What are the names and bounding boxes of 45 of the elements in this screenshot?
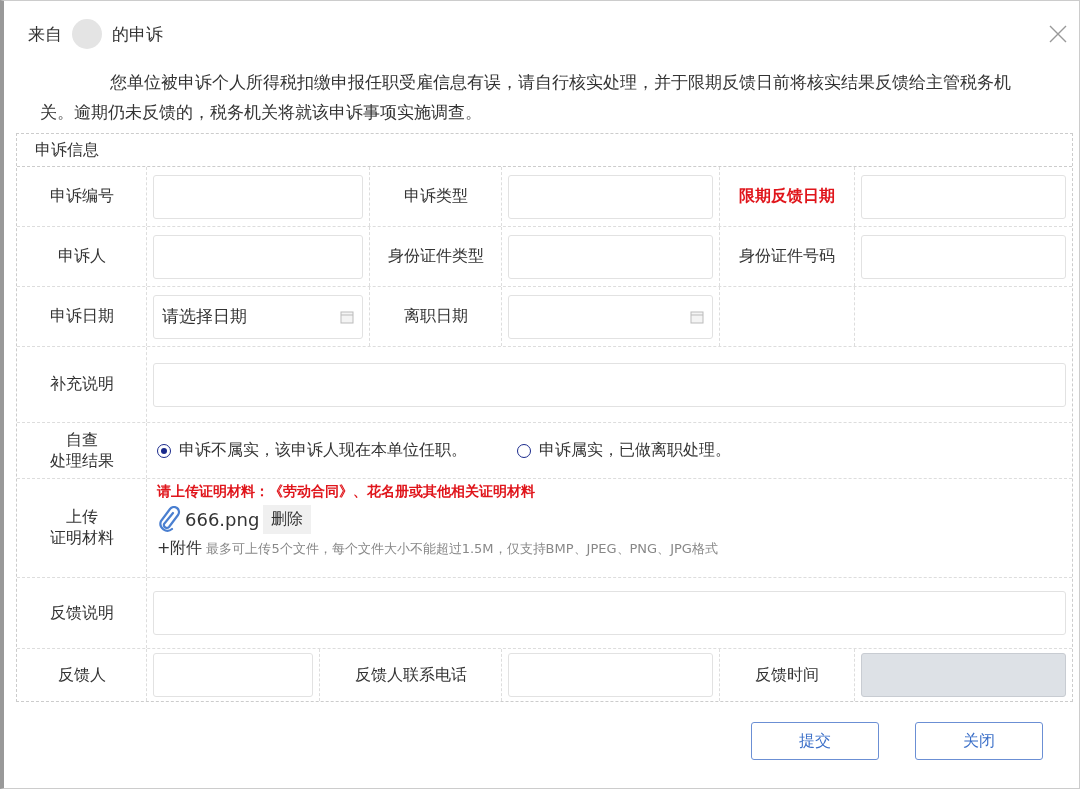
notice-text: 您单位被申诉个人所得税扣缴申报任职受雇信息有误，请自行核实处理，并于限期反馈日前将核实结果反馈给主管税务机关。逾期仍未反馈的，税务机关将就该申诉事项实施调查。: [39, 71, 1012, 124]
radio-option[interactable]: 申诉属实，已做离职处理。: [517, 440, 731, 461]
dialog-button[interactable]: 关闭: [915, 722, 1043, 760]
input-field[interactable]: [861, 234, 1066, 279]
field-label: 身份证件号码: [739, 246, 835, 267]
field-label: 反馈人: [57, 664, 106, 686]
field-label: 自查 处理结果: [49, 429, 114, 472]
date-field[interactable]: 请选择日期: [153, 294, 363, 339]
delete-button[interactable]: 删除: [263, 505, 312, 534]
field-label: 申诉日期: [49, 306, 114, 327]
add-attachment-button[interactable]: +附件: [157, 538, 203, 559]
input-field[interactable]: [153, 653, 313, 697]
field-label: 上传 证明材料: [49, 507, 114, 549]
field-label: 离职日期: [403, 306, 468, 327]
radio-option[interactable]: 申诉不属实，该申诉人现在本单位任职。: [157, 440, 467, 461]
field-label: 反馈说明: [49, 602, 114, 624]
input-field[interactable]: [153, 362, 1066, 407]
field-label: 申诉类型: [403, 186, 468, 207]
input-field[interactable]: [861, 174, 1066, 219]
field-label: 补充说明: [49, 374, 114, 395]
input-field[interactable]: [508, 653, 713, 697]
date-field[interactable]: [508, 294, 713, 339]
dialog-title: 来自: [28, 22, 62, 46]
paperclip-icon: [157, 505, 181, 534]
field-label: 身份证件类型: [387, 246, 484, 267]
calendar-icon[interactable]: [340, 309, 354, 324]
dialog-title: 的申诉: [112, 22, 163, 46]
field-label: 限期反馈日期: [739, 186, 835, 207]
field-label: 申诉人: [57, 246, 106, 267]
field-label: 反馈时间: [755, 664, 819, 686]
file-name[interactable]: 666.png: [185, 509, 260, 530]
input-field[interactable]: [153, 591, 1066, 635]
input-field[interactable]: [508, 234, 713, 279]
field-label: 反馈人联系电话: [354, 664, 467, 686]
input-field[interactable]: [508, 174, 713, 219]
dialog-button[interactable]: 提交: [751, 722, 879, 760]
redaction-mask: [72, 19, 102, 49]
input-field[interactable]: [153, 234, 363, 279]
input-field[interactable]: [153, 174, 363, 219]
field-label: 申诉编号: [49, 186, 114, 207]
section-title: 申诉信息: [35, 139, 99, 161]
upload-note: 请上传证明材料：《劳动合同》、花名册或其他相关证明材料: [157, 483, 535, 501]
upload-hint: 最多可上传5个文件，每个文件大小不能超过1.5M，仅支持BMP、JPEG、PNG、JPG格式: [206, 540, 718, 558]
close-icon[interactable]: [1049, 25, 1067, 43]
calendar-icon[interactable]: [690, 309, 704, 324]
